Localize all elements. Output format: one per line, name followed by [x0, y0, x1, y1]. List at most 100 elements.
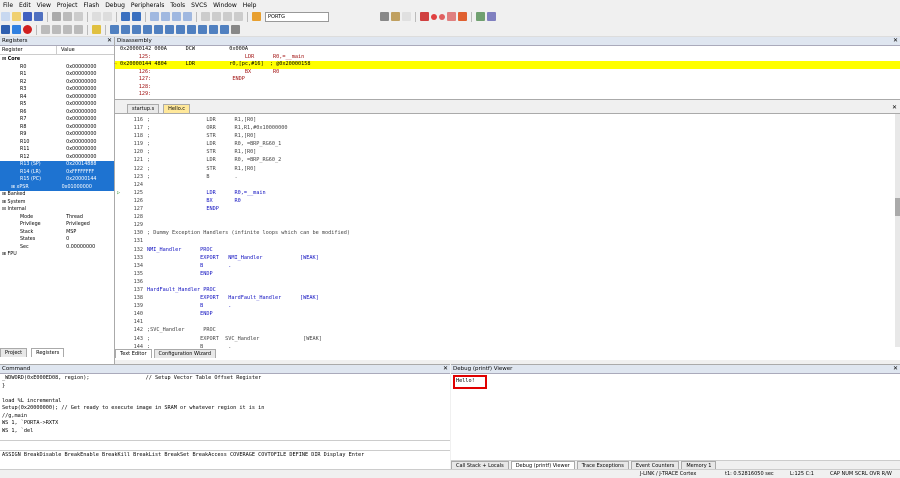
disassembly-line[interactable]: 125: LDR R0,=__main — [115, 54, 900, 62]
code-line[interactable]: 138 EXPORT HardFault_Handler [WEAK] — [115, 294, 900, 302]
code-editor[interactable]: 116 ; LDR R1,[R0] 117 ; ORR R1,R1,#0x100000… — [115, 114, 900, 348]
code-line[interactable]: 144 ; B . — [115, 343, 900, 348]
register-row[interactable]: R5 0x00000000 — [0, 101, 114, 109]
code-line[interactable]: 132 NMI_Handler PROC — [115, 246, 900, 254]
register-row[interactable]: Mode Thread — [0, 214, 114, 222]
close-icon[interactable]: ✕ — [443, 365, 448, 373]
redo-icon[interactable] — [103, 12, 112, 21]
register-row[interactable]: ⊞ xPSR 0x01000000 — [0, 183, 114, 191]
uncomment-icon[interactable] — [234, 12, 243, 21]
nav-back-icon[interactable] — [121, 12, 130, 21]
comment-icon[interactable] — [223, 12, 232, 21]
code-line[interactable]: 123 ; B . — [115, 173, 900, 181]
col-register[interactable]: Register — [0, 46, 57, 54]
registers-window-icon[interactable] — [143, 25, 152, 34]
target-field[interactable]: PORTG — [265, 11, 329, 22]
find-in-files-icon[interactable] — [252, 12, 261, 21]
code-line[interactable]: 141 — [115, 318, 900, 326]
disassembly-window-icon[interactable] — [121, 25, 130, 34]
save-icon[interactable] — [23, 12, 32, 21]
register-row[interactable]: R9 0x00000000 — [0, 131, 114, 139]
trace-window-icon[interactable] — [209, 25, 218, 34]
disassembly-line[interactable]: 129: — [115, 91, 900, 99]
code-line[interactable]: 122 ; STR R1,[R0] — [115, 165, 900, 173]
code-line[interactable]: 128 — [115, 213, 900, 221]
col-value[interactable]: Value — [57, 46, 75, 54]
register-row[interactable]: R6 0x00000000 — [0, 109, 114, 117]
new-file-icon[interactable] — [1, 12, 10, 21]
indent-icon[interactable] — [201, 12, 210, 21]
register-row[interactable]: R0 0x00000000 — [0, 64, 114, 72]
configure-icon[interactable] — [487, 12, 496, 21]
checkbox-icon[interactable] — [380, 12, 389, 21]
call-stack-window-icon[interactable] — [154, 25, 163, 34]
register-row[interactable]: ⊟ Core — [0, 56, 114, 64]
disassembly-line[interactable]: 0x20000142 000A DCW 0x000A — [115, 46, 900, 54]
bookmark-icon[interactable] — [150, 12, 159, 21]
list-icon[interactable] — [402, 12, 411, 21]
menu-help[interactable]: Help — [240, 2, 260, 9]
disassembly-line[interactable]: 128: — [115, 84, 900, 92]
show-next-statement-icon[interactable] — [92, 25, 101, 34]
tab-startup[interactable]: startup.s — [127, 104, 160, 113]
tab-text-editor[interactable]: Text Editor — [115, 349, 152, 358]
analysis-window-icon[interactable] — [198, 25, 207, 34]
register-row[interactable]: R3 0x00000000 — [0, 86, 114, 94]
code-line[interactable]: 116 ; LDR R1,[R0] — [115, 116, 900, 124]
disassembly-line[interactable]: ⇨ 0x20000144 4804 LDR r0,[pc,#16] ; @0x20… — [114, 61, 900, 69]
open-folder-icon[interactable] — [12, 12, 21, 21]
run-icon[interactable] — [12, 25, 21, 34]
menu-svcs[interactable]: SVCS — [188, 2, 210, 9]
window-layout-icon[interactable] — [476, 12, 485, 21]
debug-session-icon[interactable] — [420, 12, 429, 21]
register-row[interactable]: Privilege Privileged — [0, 221, 114, 229]
register-row[interactable]: R11 0x00000000 — [0, 146, 114, 154]
register-row[interactable]: ⊞ System — [0, 199, 114, 207]
code-line[interactable]: 120 ; STR R1,[R0] — [115, 148, 900, 156]
register-row[interactable]: R8 0x00000000 — [0, 124, 114, 132]
tool-icon[interactable] — [391, 12, 400, 21]
code-line[interactable]: 126 BX R0 — [115, 197, 900, 205]
breakpoint-disable-icon[interactable] — [439, 13, 445, 20]
register-row[interactable]: R2 0x00000000 — [0, 79, 114, 87]
code-line[interactable]: 124 — [115, 181, 900, 189]
register-row[interactable]: ⊟ Internal — [0, 206, 114, 214]
code-line[interactable]: 121 ; LDR R0, =BRP_RG60_2 — [115, 156, 900, 164]
register-row[interactable]: ⊞ Banked — [0, 191, 114, 199]
code-line[interactable]: 134 B . — [115, 262, 900, 270]
code-line[interactable]: 135 ENDP — [115, 270, 900, 278]
code-line[interactable]: 143 ; EXPORT SVC_Handler [WEAK] — [115, 335, 900, 343]
nav-forward-icon[interactable] — [132, 12, 141, 21]
unindent-icon[interactable] — [212, 12, 221, 21]
code-line[interactable]: 133 EXPORT NMI_Handler [WEAK] — [115, 254, 900, 262]
step-over-icon[interactable] — [52, 25, 61, 34]
menu-project[interactable]: Project — [54, 2, 81, 9]
step-out-icon[interactable] — [63, 25, 72, 34]
code-line[interactable]: 139 B . — [115, 302, 900, 310]
menu-tools[interactable]: Tools — [167, 2, 188, 9]
paste-icon[interactable] — [74, 12, 83, 21]
undo-icon[interactable] — [92, 12, 101, 21]
code-line[interactable]: 142 ;SVC_Handler PROC — [115, 326, 900, 334]
step-into-icon[interactable] — [41, 25, 50, 34]
menu-peripherals[interactable]: Peripherals — [128, 2, 167, 9]
menu-view[interactable]: View — [34, 2, 54, 9]
code-line[interactable]: 137 HardFault_Handler PROC — [115, 286, 900, 294]
menu-edit[interactable]: Edit — [16, 2, 34, 9]
menu-debug[interactable]: Debug — [102, 2, 128, 9]
breakpoint-icon[interactable] — [431, 13, 437, 20]
code-line[interactable]: 119 ; LDR R0, =BRP_RG60_1 — [115, 140, 900, 148]
symbols-window-icon[interactable] — [132, 25, 141, 34]
code-line[interactable]: 127 ENDP — [115, 205, 900, 213]
watch-window-icon[interactable] — [165, 25, 174, 34]
disassembly-line[interactable]: 127: ENDP — [115, 76, 900, 84]
register-row[interactable]: R1 0x00000000 — [0, 71, 114, 79]
copy-icon[interactable] — [63, 12, 72, 21]
reset-icon[interactable] — [1, 25, 10, 34]
code-line[interactable]: 130 ; Dummy Exception Handlers (infinite … — [115, 229, 900, 237]
register-row[interactable]: R14 (LR) 0xFFFFFFFF — [0, 168, 114, 176]
bookmark-prev-icon[interactable] — [161, 12, 170, 21]
editor-scrollbar[interactable] — [895, 114, 900, 347]
menu-flash[interactable]: Flash — [80, 2, 102, 9]
tab-hello-c[interactable]: Hello.c — [163, 104, 191, 113]
